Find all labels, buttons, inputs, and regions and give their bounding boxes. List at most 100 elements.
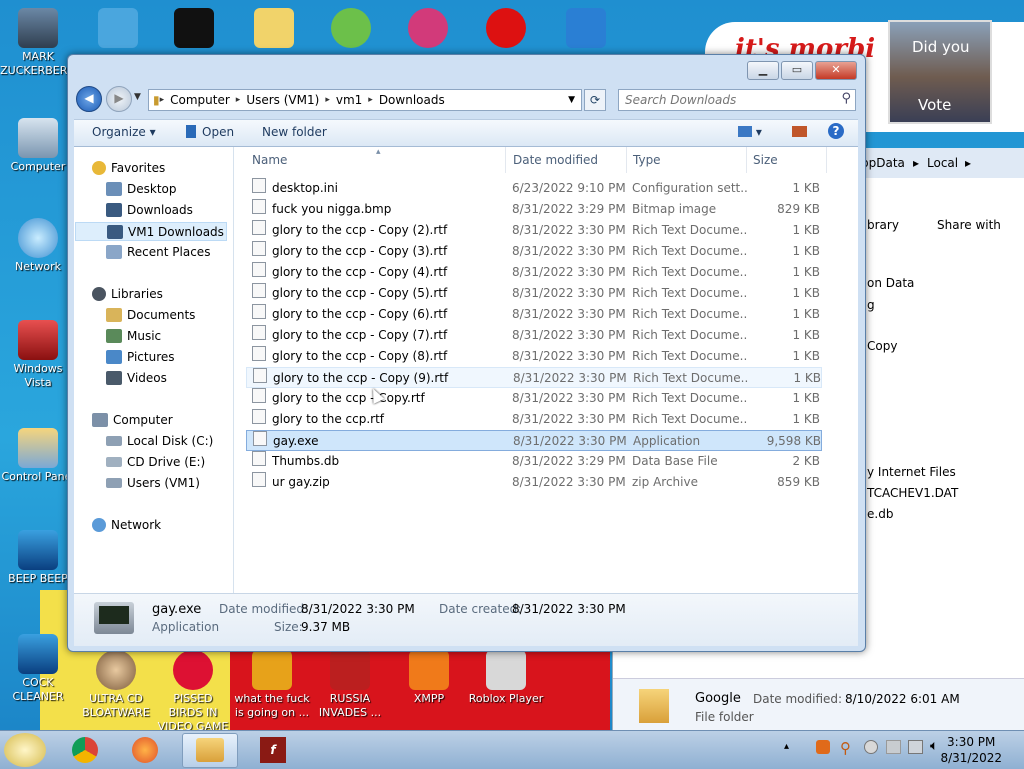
organize-button[interactable]: Organize ▾: [92, 125, 156, 139]
tray-app-icon[interactable]: [864, 740, 878, 754]
desktop-icon-mark-zuckerberg[interactable]: MARK ZUCKERBERG: [0, 8, 76, 78]
column-header-name[interactable]: Name ▴: [246, 147, 506, 173]
desktop-icon-cock-cleaner[interactable]: COCK CLEANER: [0, 634, 76, 704]
file-row[interactable]: fuck you nigga.bmp 8/31/2022 3:29 PM Bitma…: [246, 199, 822, 220]
desktop-icon-windows-vista[interactable]: Windows Vista: [0, 320, 76, 390]
column-header-type[interactable]: Type: [627, 147, 747, 173]
nav-users[interactable]: Users (VM1): [106, 476, 200, 490]
desktop-icon-top[interactable]: [313, 8, 389, 50]
file-row[interactable]: gay.exe 8/31/2022 3:30 PM Application 9,598…: [246, 430, 822, 451]
network-tray-icon[interactable]: [908, 740, 923, 754]
action-center-icon[interactable]: [886, 740, 901, 754]
breadcrumb-downloads[interactable]: Downloads: [373, 93, 451, 107]
taskbar-flash[interactable]: f: [246, 733, 300, 766]
close-button[interactable]: ✕: [815, 61, 857, 80]
desktop-icon-roblox[interactable]: Roblox Player: [468, 650, 544, 706]
desktop-icon-network[interactable]: Network: [0, 218, 76, 274]
desktop-icon-top[interactable]: [390, 8, 466, 50]
folder-icon: [639, 689, 669, 723]
file-row[interactable]: glory to the ccp - Copy.rtf 8/31/2022 3:3…: [246, 388, 822, 409]
help-button[interactable]: ?: [828, 123, 844, 139]
desktop-icon-control-panel[interactable]: Control Panel: [0, 428, 76, 484]
desktop-icon-top[interactable]: [468, 8, 544, 50]
desktop-icon-top[interactable]: [80, 8, 156, 50]
desktop-icon-pissed-birds[interactable]: PISSED BIRDS IN VIDEO GAME: [155, 650, 231, 730]
show-hidden-icons-icon[interactable]: ▴: [784, 741, 789, 752]
nav-desktop[interactable]: Desktop: [106, 182, 177, 196]
nav-recent-places[interactable]: Recent Places: [106, 245, 210, 259]
forward-button[interactable]: ▶: [106, 86, 132, 112]
desktop-icon-russia[interactable]: RUSSIA INVADES ...: [312, 650, 388, 720]
file-row[interactable]: glory to the ccp - Copy (6).rtf 8/31/2022…: [246, 304, 822, 325]
file-icon: [252, 304, 266, 319]
taskbar-firefox[interactable]: [122, 733, 168, 766]
open-button[interactable]: Open: [186, 125, 234, 139]
desktop-icon-top[interactable]: [156, 8, 232, 50]
drive-icon: [106, 436, 122, 446]
taskbar-explorer[interactable]: [182, 733, 238, 768]
new-folder-button[interactable]: New folder: [262, 125, 327, 139]
nav-music[interactable]: Music: [106, 329, 161, 343]
search-icon[interactable]: ⚲: [841, 91, 851, 106]
back-button[interactable]: ◀: [76, 86, 102, 112]
file-row[interactable]: glory to the ccp - Copy (2).rtf 8/31/2022…: [246, 220, 822, 241]
column-header-size[interactable]: Size: [747, 147, 827, 173]
breadcrumb-vm1[interactable]: vm1: [330, 93, 368, 107]
address-bar[interactable]: ▮ ▸ Computer ▸ Users (VM1) ▸ vm1 ▸ Downl…: [148, 89, 582, 111]
desktop-icon-ultra-cd[interactable]: ULTRA CD BLOATWARE: [78, 650, 154, 720]
nav-libraries[interactable]: Libraries: [92, 287, 163, 301]
nav-videos[interactable]: Videos: [106, 371, 167, 385]
address-dropdown-icon[interactable]: ▼: [568, 95, 575, 105]
file-row[interactable]: glory to the ccp - Copy (9).rtf 8/31/2022…: [246, 367, 822, 388]
file-row[interactable]: glory to the ccp - Copy (4).rtf 8/31/2022…: [246, 262, 822, 283]
breadcrumb-computer[interactable]: Computer: [164, 93, 236, 107]
nav-local-disk[interactable]: Local Disk (C:): [106, 434, 213, 448]
file-row[interactable]: glory to the ccp.rtf 8/31/2022 3:30 PM Ric…: [246, 409, 822, 430]
change-view-button[interactable]: ▾: [738, 125, 762, 139]
bg-toolbar-library[interactable]: brary: [867, 218, 899, 232]
nav-downloads[interactable]: Downloads: [106, 203, 193, 217]
search-box[interactable]: ⚲: [618, 89, 856, 111]
nav-pictures[interactable]: Pictures: [106, 350, 175, 364]
bg-toolbar-share[interactable]: Share with: [937, 218, 1001, 232]
file-row[interactable]: glory to the ccp - Copy (8).rtf 8/31/2022…: [246, 346, 822, 367]
search-tray-icon[interactable]: ⚲: [840, 739, 851, 757]
desktop-icon-top[interactable]: [236, 8, 312, 50]
desktop-icon-computer[interactable]: Computer: [0, 118, 76, 174]
file-row[interactable]: ur gay.zip 8/31/2022 3:30 PM zip Archive 85…: [246, 472, 822, 493]
volume-icon[interactable]: 🔈︎: [930, 738, 938, 754]
file-row[interactable]: desktop.ini 6/23/2022 9:10 PM Configuratio…: [246, 178, 822, 199]
start-button[interactable]: [4, 733, 46, 767]
desktop-icon-top[interactable]: [548, 8, 624, 50]
desktop-icon-xmpp[interactable]: XMPP: [391, 650, 467, 706]
nav-network[interactable]: Network: [92, 518, 161, 532]
file-row[interactable]: glory to the ccp - Copy (7).rtf 8/31/2022…: [246, 325, 822, 346]
clock[interactable]: 3:30 PM 8/31/2022: [940, 734, 1002, 766]
column-header-date[interactable]: Date modified: [507, 147, 627, 173]
search-input[interactable]: [619, 90, 827, 110]
file-icon: [253, 368, 267, 383]
breadcrumb-users[interactable]: Users (VM1): [240, 93, 325, 107]
recent-pages-button[interactable]: ▼: [134, 92, 141, 102]
taskbar-chrome[interactable]: [62, 733, 108, 766]
refresh-button[interactable]: ⟳: [584, 89, 606, 111]
preview-pane-button[interactable]: [792, 125, 807, 139]
nav-computer[interactable]: Computer: [92, 413, 173, 427]
nav-cd-drive[interactable]: CD Drive (E:): [106, 455, 205, 469]
file-row[interactable]: glory to the ccp - Copy (3).rtf 8/31/2022…: [246, 241, 822, 262]
desktop-icon-beep-beep[interactable]: BEEP BEEP: [0, 530, 76, 586]
nav-favorites[interactable]: Favorites: [92, 161, 165, 175]
command-bar: Organize ▾ Open New folder ▾ ?: [74, 119, 858, 147]
nav-vm1-downloads[interactable]: VM1 Downloads: [75, 222, 227, 241]
maximize-button[interactable]: ▭: [781, 61, 813, 80]
navigation-pane: Favorites Desktop Downloads VM1 Download…: [74, 147, 234, 593]
nav-documents[interactable]: Documents: [106, 308, 195, 322]
file-row[interactable]: Thumbs.db 8/31/2022 3:29 PM Data Base File…: [246, 451, 822, 472]
libraries-icon: [92, 287, 106, 301]
xampp-tray-icon[interactable]: [816, 740, 830, 754]
desktop-icon-what-the[interactable]: what the fuck is going on ...: [234, 650, 310, 720]
file-icon: [252, 346, 266, 361]
file-row[interactable]: glory to the ccp - Copy (5).rtf 8/31/2022…: [246, 283, 822, 304]
minimize-button[interactable]: ▁: [747, 61, 779, 80]
explorer-window[interactable]: ▁ ▭ ✕ ◀ ▶ ▼ ▮ ▸ Computer ▸ Users (VM1) ▸…: [67, 54, 866, 652]
